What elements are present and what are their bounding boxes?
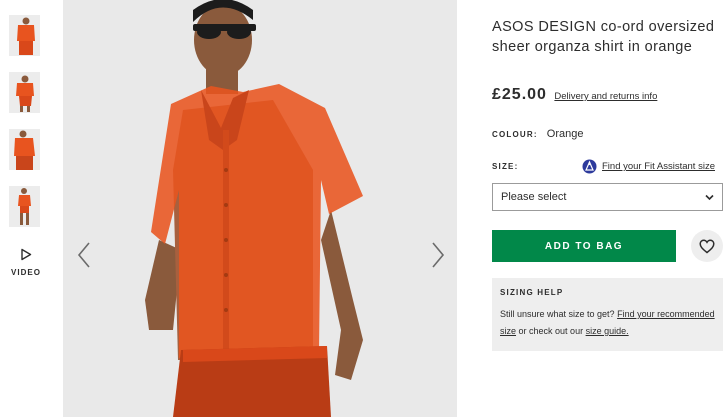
video-button[interactable]: VIDEO: [0, 248, 52, 277]
colour-value: Orange: [546, 128, 584, 140]
video-label: VIDEO: [11, 268, 41, 277]
thumbnail-4-image: [9, 186, 40, 227]
main-product-image: [63, 0, 457, 417]
colour-row: COLOUR: Orange: [492, 128, 584, 140]
thumbnail-3-image: [9, 129, 40, 170]
fit-assistant-link[interactable]: Find your Fit Assistant size: [582, 159, 715, 174]
next-image-button[interactable]: [425, 240, 449, 270]
thumbnail-4[interactable]: [9, 186, 40, 227]
product-title: ASOS DESIGN co-ord oversized sheer organ…: [492, 19, 715, 55]
sizing-help-text: Still unsure what size to get? Find your…: [500, 306, 715, 340]
save-for-later-button[interactable]: [691, 230, 723, 262]
colour-label: COLOUR:: [492, 130, 538, 139]
fit-assistant-label: Find your Fit Assistant size: [602, 161, 715, 172]
thumbnail-2-image: [9, 72, 40, 113]
thumbnail-1[interactable]: [9, 15, 40, 56]
sizing-help-text-2: or check out our: [518, 326, 584, 336]
size-row: SIZE: Find your Fit Assistant size: [492, 159, 725, 177]
thumbnail-2[interactable]: [9, 72, 40, 113]
fit-assistant-icon: [582, 159, 597, 174]
add-to-bag-button[interactable]: ADD TO BAG: [492, 230, 676, 262]
delivery-returns-link[interactable]: Delivery and returns info: [554, 91, 657, 102]
thumbnail-3[interactable]: [9, 129, 40, 170]
price-row: £25.00 Delivery and returns info: [492, 86, 657, 104]
heart-icon: [699, 239, 715, 253]
previous-image-button[interactable]: [73, 240, 97, 270]
chevron-left-icon: [77, 242, 90, 268]
thumbnail-rail: VIDEO: [0, 0, 52, 417]
size-guide-link[interactable]: size guide.: [586, 326, 629, 336]
sizing-help-heading: SIZING HELP: [500, 288, 564, 297]
chevron-right-icon: [432, 242, 445, 268]
product-price: £25.00: [492, 86, 547, 103]
play-icon: [21, 248, 32, 261]
product-photo: [63, 0, 457, 417]
chevron-down-icon: [705, 194, 714, 201]
size-select[interactable]: Please select: [492, 183, 723, 211]
thumbnail-1-image: [9, 15, 40, 56]
sizing-help-text-1: Still unsure what size to get?: [500, 309, 615, 319]
size-select-value: Please select: [501, 191, 567, 203]
sizing-help-box: SIZING HELP Still unsure what size to ge…: [492, 278, 723, 351]
size-label: SIZE:: [492, 162, 519, 171]
